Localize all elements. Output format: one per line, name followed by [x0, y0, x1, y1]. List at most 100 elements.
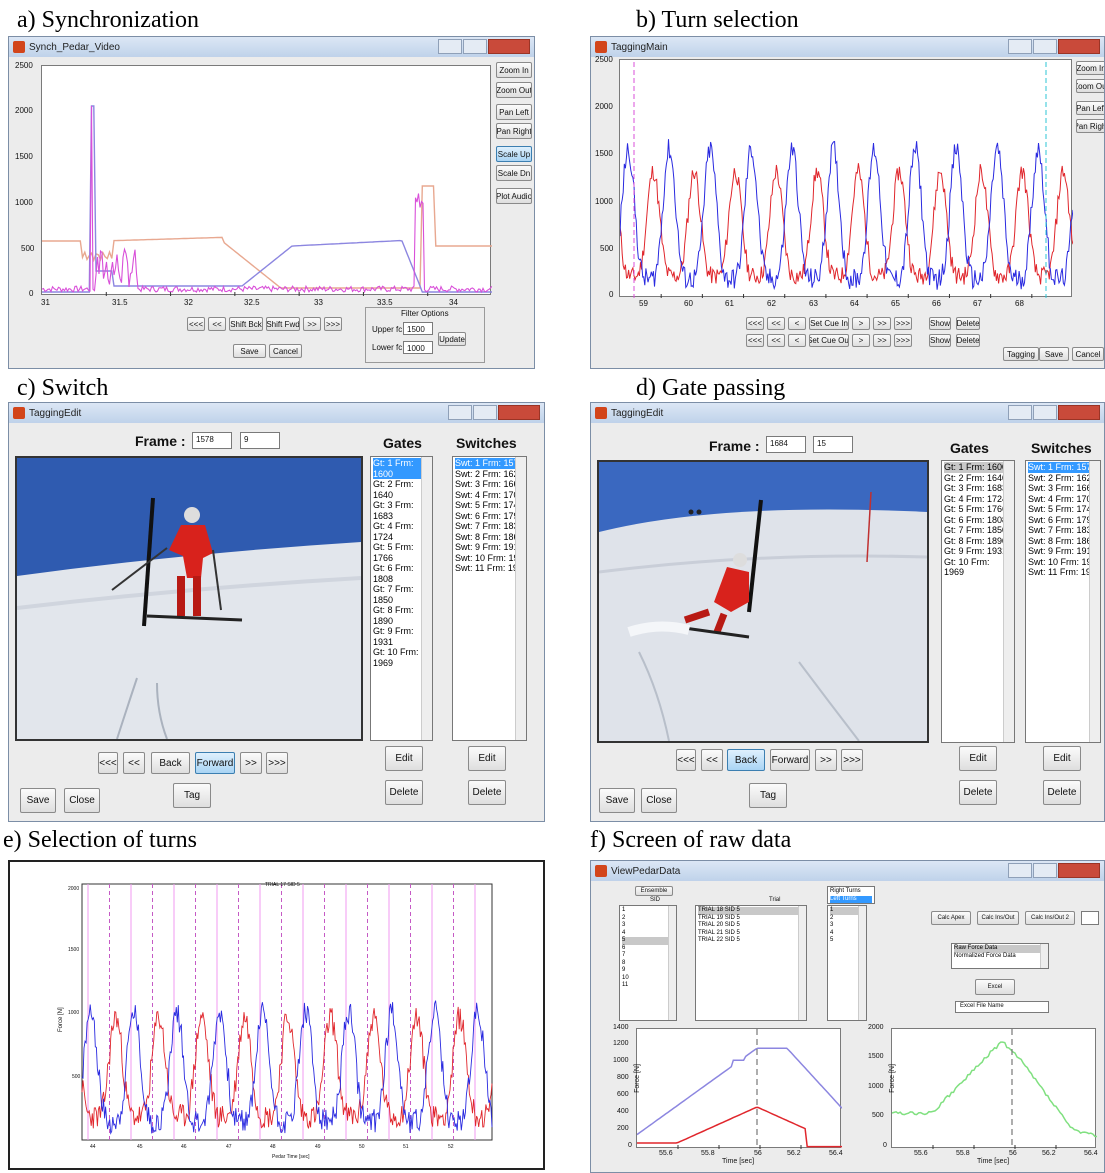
list-item[interactable]: Swt: 9 Frm: 1910 — [455, 542, 524, 553]
scrollbar[interactable] — [668, 906, 676, 1020]
maximize-button[interactable] — [1033, 39, 1057, 54]
list-item[interactable]: Gt: 9 Frm: 1931 — [944, 546, 1012, 557]
cue-in-back-far-button[interactable]: <<< — [746, 317, 764, 330]
save-button[interactable]: Save — [599, 788, 635, 813]
gates-list[interactable]: Gt: 1 Frm: 1600 Gt: 2 Frm: 1640 Gt: 3 Fr… — [941, 460, 1015, 743]
cue-out-forward-button[interactable]: >> — [873, 334, 891, 347]
zoom-in-button[interactable]: Zoom In — [496, 62, 532, 78]
list-item[interactable]: Gt: 1 Frm: 1600 — [944, 462, 1012, 473]
save-button[interactable]: Save — [20, 788, 56, 813]
list-item[interactable]: 7 — [622, 952, 674, 960]
frame-input[interactable]: 1684 — [766, 436, 806, 453]
list-item[interactable]: 11 — [622, 982, 674, 990]
close-window-button[interactable] — [1058, 405, 1100, 420]
edit-gate-button[interactable]: Edit — [385, 746, 423, 771]
cue-out-step-back-button[interactable]: < — [788, 334, 806, 347]
scrollbar[interactable] — [798, 906, 806, 1020]
maximize-button[interactable] — [1033, 405, 1057, 420]
save-button[interactable]: Save — [1039, 347, 1069, 361]
cue-in-forward-button[interactable]: >> — [873, 317, 891, 330]
frame-offset-input[interactable]: 15 — [813, 436, 853, 453]
frame-input[interactable]: 1578 — [192, 432, 232, 449]
list-item[interactable]: 3 — [622, 922, 674, 930]
list-item[interactable]: Gt: 2 Frm: 1640 — [944, 473, 1012, 484]
tagging-button[interactable]: Tagging — [1003, 347, 1039, 361]
list-item[interactable]: Gt: 7 Frm: 1850 — [944, 525, 1012, 536]
forward-far-button[interactable]: >>> — [841, 749, 863, 771]
list-item[interactable]: Swt: 5 Frm: 1746 — [455, 500, 524, 511]
list-item[interactable]: 5 — [622, 937, 674, 945]
excel-file-name-input[interactable]: Excel File Name — [955, 1001, 1049, 1013]
list-item[interactable]: Swt: 5 Frm: 1746 — [1028, 504, 1098, 515]
jump-forward-button[interactable]: >> — [303, 317, 321, 331]
list-item[interactable]: Swt: 7 Frm: 1830 — [1028, 525, 1098, 536]
value-input[interactable] — [1081, 911, 1099, 925]
maximize-button[interactable] — [473, 405, 497, 420]
list-item[interactable]: Swt: 9 Frm: 1910 — [1028, 546, 1098, 557]
scrollbar[interactable] — [1040, 944, 1048, 968]
list-item[interactable]: Swt: 10 Frm: 195 — [1028, 557, 1098, 568]
cue-out-forward-far-button[interactable]: >>> — [894, 334, 912, 347]
close-window-button[interactable] — [1058, 39, 1100, 54]
ensemble-button[interactable]: Ensemble — [635, 886, 673, 896]
cue-in-step-forward-button[interactable]: > — [852, 317, 870, 330]
tag-button[interactable]: Tag — [173, 783, 211, 808]
plot-audio-button[interactable]: Plot Audio — [496, 188, 532, 204]
scrollbar[interactable] — [421, 457, 432, 740]
list-item[interactable]: TRIAL 18 SID 5 — [698, 907, 804, 915]
update-button[interactable]: Update — [438, 332, 466, 346]
close-window-button[interactable] — [488, 39, 530, 54]
edit-gate-button[interactable]: Edit — [959, 746, 997, 771]
save-button[interactable]: Save — [233, 344, 266, 358]
pan-left-button[interactable]: Pan Left — [496, 104, 532, 120]
cancel-button[interactable]: Cancel — [1072, 347, 1104, 361]
cue-out-back-far-button[interactable]: <<< — [746, 334, 764, 347]
list-item[interactable]: Swt: 6 Frm: 1792 — [455, 511, 524, 522]
delete-gate-button[interactable]: Delete — [385, 780, 423, 805]
list-item[interactable]: TRIAL 21 SID 5 — [698, 930, 804, 938]
minimize-button[interactable] — [1008, 863, 1032, 878]
zoom-out-button[interactable]: Zoom Out — [1076, 79, 1104, 93]
list-item[interactable]: Raw Force Data — [954, 945, 1046, 953]
scrollbar[interactable] — [858, 906, 866, 1020]
calc-inout-button[interactable]: Calc Ins/Out — [977, 911, 1019, 925]
edit-switch-button[interactable]: Edit — [468, 746, 506, 771]
edit-switch-button[interactable]: Edit — [1043, 746, 1081, 771]
zoom-in-button[interactable]: Zoom In — [1076, 61, 1104, 75]
jump-back-far-button[interactable]: <<< — [187, 317, 205, 331]
close-button[interactable]: Close — [641, 788, 677, 813]
list-item[interactable]: Swt: 4 Frm: 1708 — [1028, 494, 1098, 505]
delete-switch-button[interactable]: Delete — [1043, 780, 1081, 805]
list-item[interactable]: 6 — [622, 945, 674, 953]
delete-cue-out-button[interactable]: Delete — [956, 334, 980, 347]
scrollbar[interactable] — [515, 457, 526, 740]
list-item[interactable]: Swt: 10 Frm: 195 — [455, 553, 524, 564]
trial-list[interactable]: TRIAL 18 SID 5 TRIAL 19 SID 5 TRIAL 20 S… — [695, 905, 807, 1021]
close-window-button[interactable] — [1058, 863, 1100, 878]
maximize-button[interactable] — [1033, 863, 1057, 878]
back-button[interactable]: Back — [151, 752, 190, 774]
list-item[interactable]: Swt: 3 Frm: 1662 — [455, 479, 524, 490]
list-item[interactable]: 8 — [622, 960, 674, 968]
cue-in-back-button[interactable]: << — [767, 317, 785, 330]
forward-more-button[interactable]: >> — [815, 749, 837, 771]
scrollbar[interactable] — [1003, 461, 1014, 742]
excel-button[interactable]: Excel — [975, 979, 1015, 995]
cue-in-step-back-button[interactable]: < — [788, 317, 806, 330]
delete-gate-button[interactable]: Delete — [959, 780, 997, 805]
list-item[interactable]: Swt: 2 Frm: 1621 — [1028, 473, 1098, 484]
jump-back-button[interactable]: << — [208, 317, 226, 331]
close-button[interactable]: Close — [64, 788, 100, 813]
minimize-button[interactable] — [438, 39, 462, 54]
back-more-button[interactable]: << — [123, 752, 145, 774]
cue-out-step-forward-button[interactable]: > — [852, 334, 870, 347]
pan-right-button[interactable]: Pan Right — [496, 123, 532, 139]
list-item[interactable]: Swt: 8 Frm: 1869 — [455, 532, 524, 543]
list-item[interactable]: Swt: 11 Frm: 199 — [455, 563, 524, 574]
list-item[interactable]: Swt: 7 Frm: 1830 — [455, 521, 524, 532]
gates-list[interactable]: Gt: 1 Frm: 1600 Gt: 2 Frm: 1640 Gt: 3 Fr… — [370, 456, 433, 741]
list-item[interactable]: Normalized Force Data — [954, 953, 1046, 961]
delete-switch-button[interactable]: Delete — [468, 780, 506, 805]
back-far-button[interactable]: <<< — [676, 749, 696, 771]
cue-out-back-button[interactable]: << — [767, 334, 785, 347]
